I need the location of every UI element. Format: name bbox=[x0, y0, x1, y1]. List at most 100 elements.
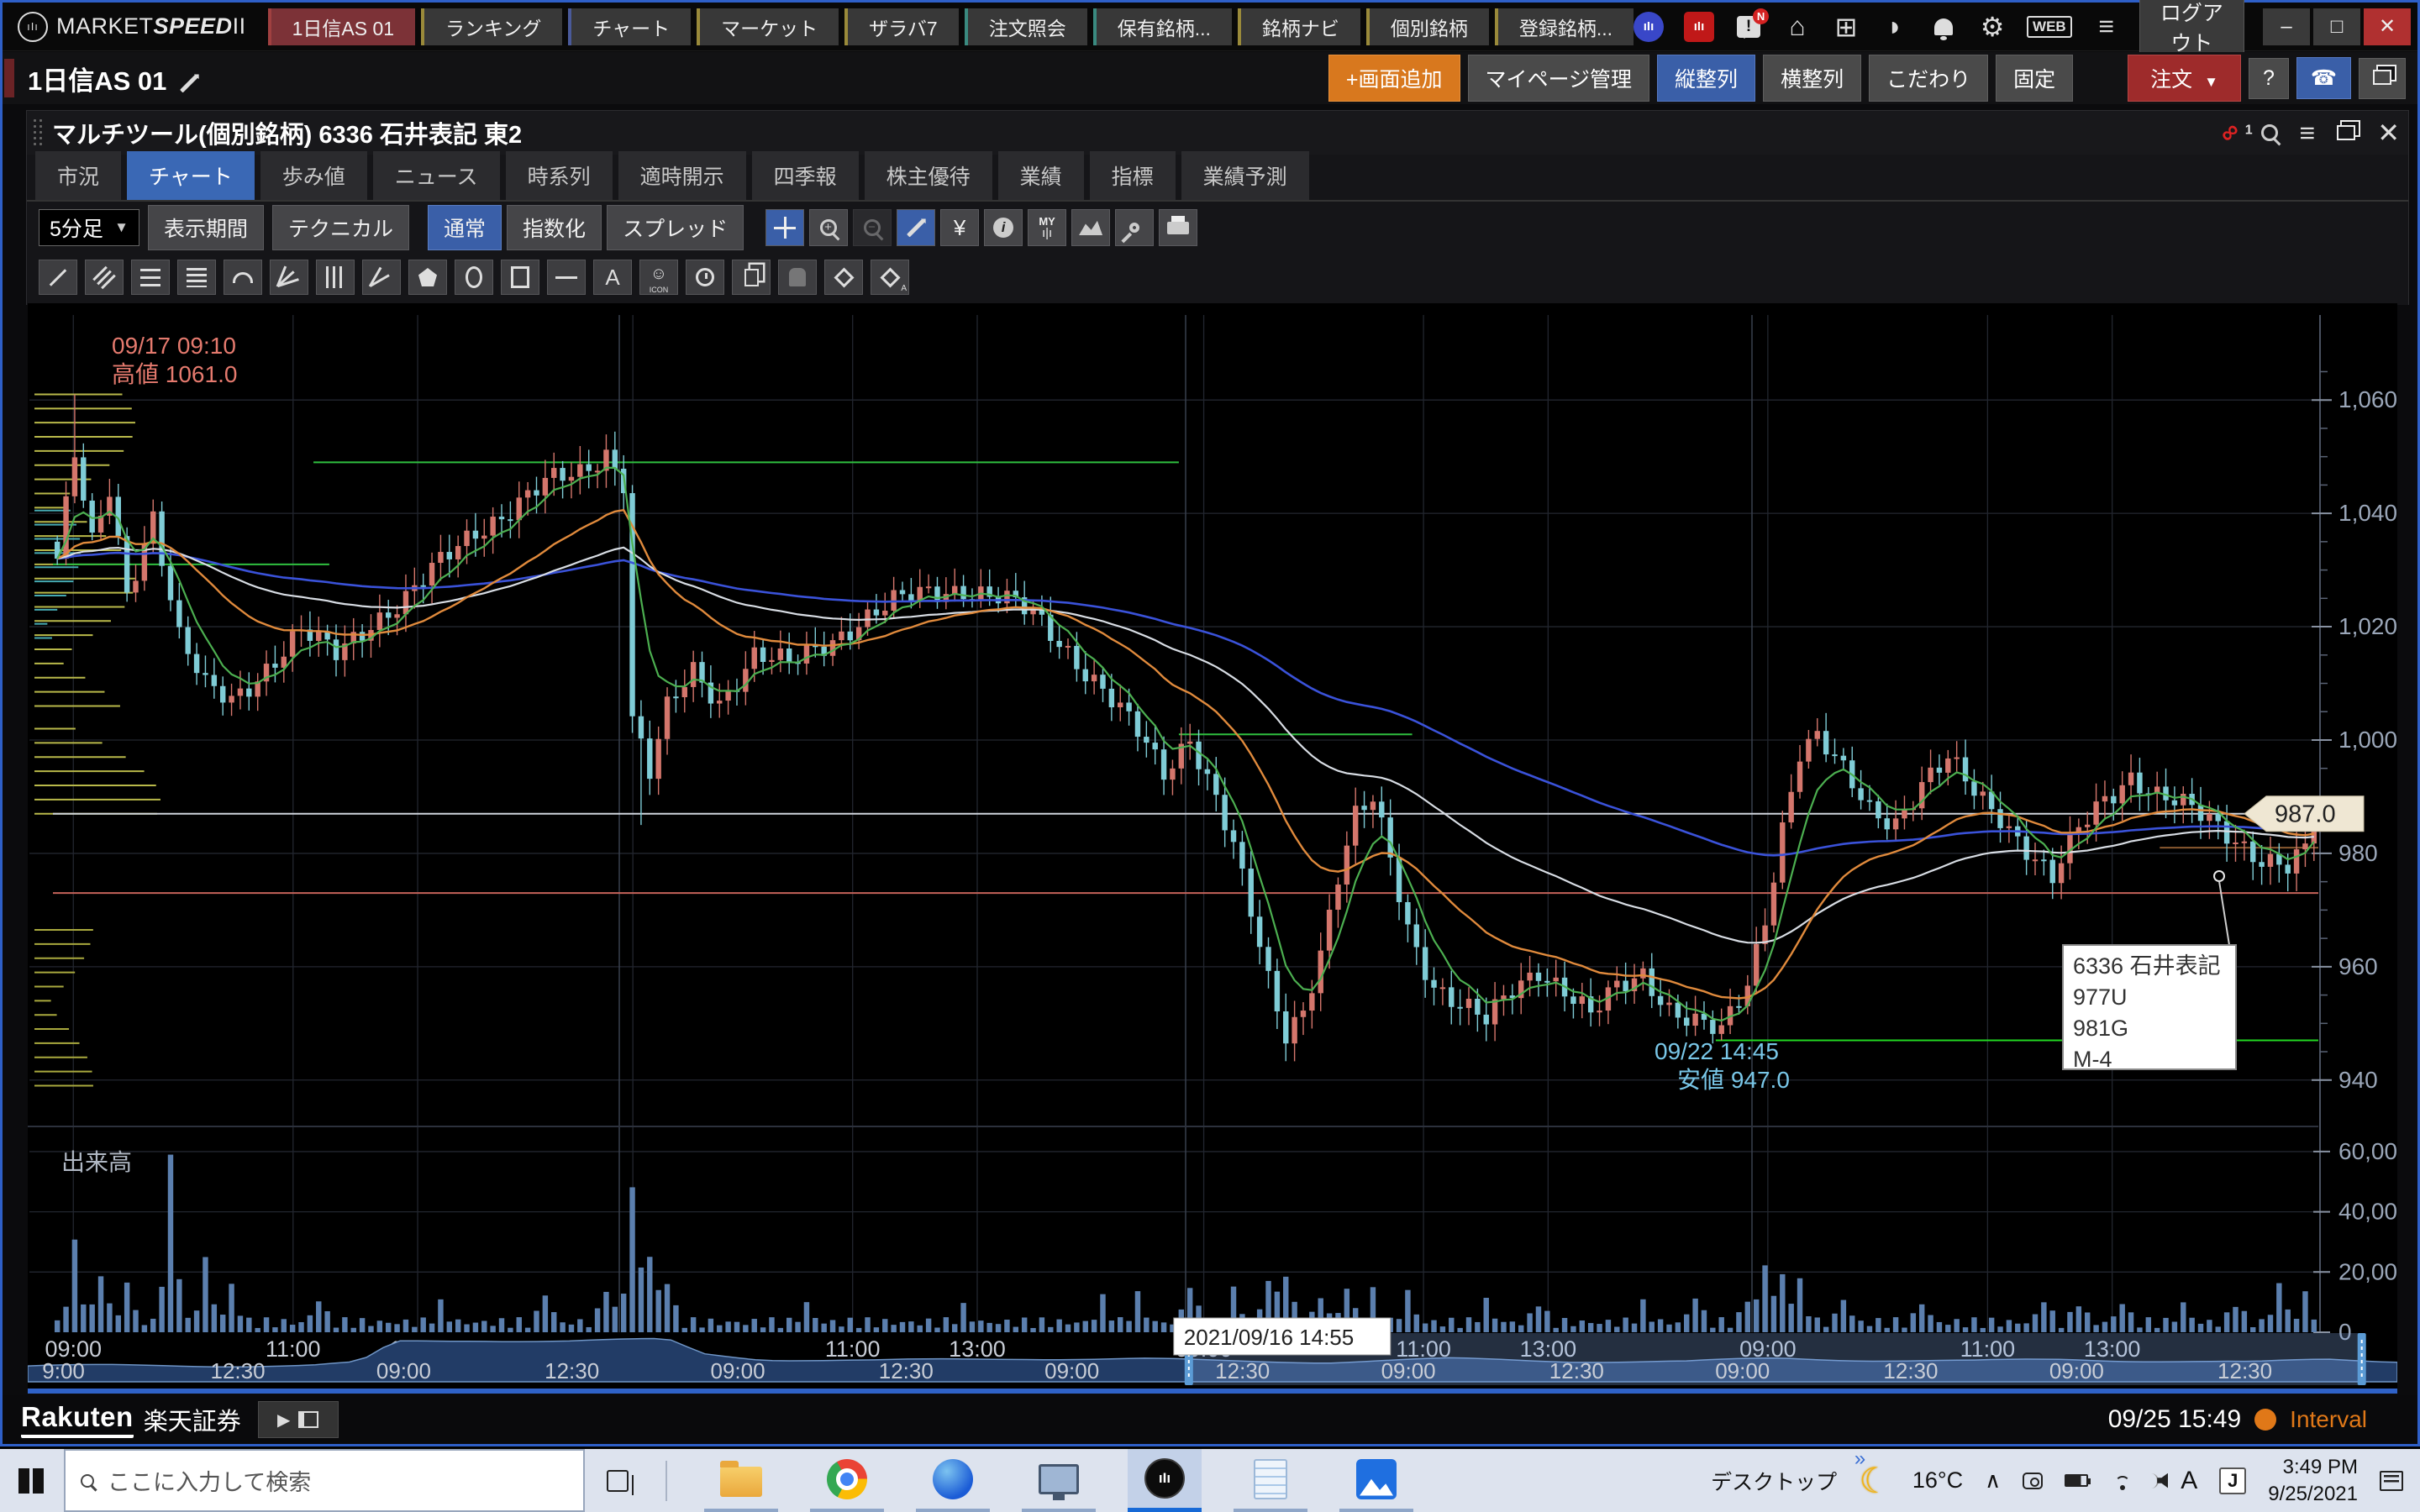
draw-pencil-icon[interactable] bbox=[897, 209, 935, 246]
panel-tab-9[interactable]: 指標 bbox=[1090, 151, 1176, 200]
order-button[interactable]: 注文▼ bbox=[2128, 55, 2241, 102]
my-chart-icon[interactable]: MYı|ı bbox=[1028, 209, 1066, 246]
panel-tab-4[interactable]: 時系列 bbox=[506, 151, 613, 200]
search-icon[interactable] bbox=[2261, 124, 2278, 141]
menu-tab-7[interactable]: 銘柄ナビ bbox=[1238, 8, 1360, 45]
icon-stamp-tool[interactable]: ☺ICON bbox=[639, 260, 678, 295]
workspace-button-5[interactable]: 固定 bbox=[1996, 55, 2073, 102]
workspace-button-1[interactable]: マイページ管理 bbox=[1468, 55, 1650, 102]
text-tool[interactable]: A bbox=[593, 260, 632, 295]
close-button[interactable]: ✕ bbox=[2364, 8, 2411, 45]
toolbar-button-1[interactable]: テクニカル bbox=[272, 205, 409, 250]
crosshair-icon[interactable] bbox=[765, 209, 804, 246]
menu-tab-5[interactable]: 注文照会 bbox=[965, 8, 1087, 45]
eraser-all-tool[interactable]: A bbox=[871, 260, 909, 295]
rectangle-tool[interactable] bbox=[501, 260, 539, 295]
wifi-icon[interactable] bbox=[2110, 1471, 2135, 1491]
home-icon[interactable]: ⌂ bbox=[1783, 11, 1812, 42]
side-panel-toggle[interactable]: ▶ bbox=[258, 1401, 339, 1438]
mode-button-0[interactable]: 通常 bbox=[428, 205, 502, 250]
edit-workspace-icon[interactable] bbox=[178, 66, 200, 92]
h-lines-3-tool[interactable] bbox=[131, 260, 170, 295]
ime-language-icon[interactable]: J bbox=[2219, 1467, 2246, 1494]
trend-line-tool[interactable] bbox=[39, 260, 77, 295]
chrome-app-icon[interactable] bbox=[810, 1449, 884, 1512]
menu-tab-4[interactable]: ザラバ7 bbox=[844, 8, 959, 45]
eraser-tool[interactable] bbox=[824, 260, 863, 295]
marketspeed-app-icon[interactable]: ıIı bbox=[1128, 1449, 1202, 1512]
taskbar-clock[interactable]: 3:49 PM9/25/2021 bbox=[2268, 1454, 2358, 1506]
wrench-icon[interactable] bbox=[1115, 209, 1154, 246]
panel-close-icon[interactable]: ✕ bbox=[2377, 117, 2400, 149]
info-icon[interactable]: i bbox=[984, 209, 1023, 246]
show-hidden-icons[interactable]: ∧ bbox=[1985, 1467, 2001, 1494]
fan-lines-tool[interactable] bbox=[270, 260, 308, 295]
remote-monitor-app-icon[interactable] bbox=[1022, 1449, 1096, 1512]
zoom-in-icon[interactable]: + bbox=[809, 209, 848, 246]
menu-tab-3[interactable]: マーケット bbox=[697, 8, 839, 45]
menu-tab-0[interactable]: 1日信AS 01 bbox=[268, 8, 415, 45]
settings-icon[interactable]: ⚙ bbox=[1978, 11, 2007, 43]
photos-app-icon[interactable] bbox=[1339, 1449, 1413, 1512]
zoom-out-icon[interactable]: − bbox=[853, 209, 892, 246]
window-add-icon[interactable]: ⊞ bbox=[1832, 11, 1860, 43]
bell-icon[interactable] bbox=[1929, 18, 1958, 35]
workspace-button-0[interactable]: +画面追加 bbox=[1328, 55, 1460, 102]
ime-mode-indicator[interactable]: A bbox=[2181, 1467, 2197, 1495]
camera-tray-icon[interactable] bbox=[2023, 1473, 2043, 1489]
task-view-button[interactable] bbox=[607, 1470, 629, 1492]
menu-tab-1[interactable]: ランキング bbox=[421, 8, 562, 45]
battery-icon[interactable] bbox=[2065, 1474, 2088, 1487]
link-icon[interactable]: ∞1 bbox=[2213, 116, 2246, 149]
edge-app-icon[interactable] bbox=[916, 1449, 990, 1512]
duplicate-layout-button[interactable] bbox=[2359, 58, 2406, 99]
workspace-button-3[interactable]: 横整列 bbox=[1763, 55, 1861, 102]
drag-grip-icon[interactable] bbox=[32, 118, 44, 148]
panel-tab-7[interactable]: 株主優待 bbox=[865, 151, 992, 200]
alert-icon[interactable]: !N bbox=[1734, 16, 1763, 38]
workspace-button-2[interactable]: 縦整列 bbox=[1657, 55, 1755, 102]
overflow-chevron-icon[interactable]: » bbox=[1854, 1447, 1865, 1471]
mode-button-2[interactable]: スプレッド bbox=[607, 205, 744, 250]
minimize-button[interactable]: – bbox=[2263, 8, 2310, 45]
duplicate-window-icon[interactable] bbox=[2337, 125, 2355, 140]
h-segment-tool[interactable] bbox=[547, 260, 586, 295]
time-cycle-tool[interactable] bbox=[686, 260, 724, 295]
panel-tab-6[interactable]: 四季報 bbox=[752, 151, 859, 200]
help-button[interactable]: ? bbox=[2249, 58, 2289, 99]
panel-menu-icon[interactable]: ≡ bbox=[2300, 118, 2316, 149]
workspace-button-4[interactable]: こだわり bbox=[1869, 55, 1988, 102]
panel-tab-8[interactable]: 業績 bbox=[998, 151, 1084, 200]
panel-tab-5[interactable]: 適時開示 bbox=[618, 151, 746, 200]
volume-icon[interactable] bbox=[2157, 1473, 2168, 1488]
support-phone-button[interactable]: ☎ bbox=[2296, 57, 2351, 99]
fib-arc-tool[interactable] bbox=[224, 260, 262, 295]
menu-icon[interactable]: ≡ bbox=[2092, 11, 2121, 42]
hand-tool[interactable] bbox=[778, 260, 817, 295]
panel-tab-10[interactable]: 業績予測 bbox=[1181, 151, 1309, 200]
maximize-button[interactable]: □ bbox=[2313, 8, 2360, 45]
parallel-lines-tool[interactable] bbox=[85, 260, 124, 295]
h-lines-4-tool[interactable] bbox=[177, 260, 216, 295]
toolbar-button-0[interactable]: 表示期間 bbox=[148, 205, 264, 250]
print-icon[interactable] bbox=[1159, 209, 1197, 246]
explorer-app-icon[interactable] bbox=[704, 1449, 778, 1512]
taskbar-search[interactable]: ここに入力して検索 bbox=[64, 1449, 585, 1512]
price-chart[interactable]: 9409609801,0001,0201,0401,060020,00040,0… bbox=[28, 303, 2397, 1394]
menu-tab-6[interactable]: 保有銘柄... bbox=[1093, 8, 1232, 45]
panel-tab-2[interactable]: 歩み値 bbox=[260, 151, 367, 200]
mode-button-1[interactable]: 指数化 bbox=[507, 205, 602, 250]
desktop-toolbar[interactable]: デスクトップ» bbox=[1711, 1466, 1837, 1496]
yen-icon[interactable]: ¥ bbox=[940, 209, 979, 246]
menu-tab-9[interactable]: 登録銘柄... bbox=[1495, 8, 1634, 45]
panel-title-bar[interactable]: マルチツール(個別銘柄) 6336 石井表記 東2 ∞1 ≡ ✕ bbox=[27, 111, 2408, 155]
pulse-blue-icon[interactable]: ıIı bbox=[1634, 12, 1664, 42]
weather-temp[interactable]: 16°C bbox=[1912, 1467, 1963, 1494]
notepad-app-icon[interactable] bbox=[1234, 1449, 1307, 1512]
panel-tab-0[interactable]: 市況 bbox=[35, 151, 121, 200]
display-icon[interactable]: ◗ bbox=[1881, 11, 1909, 42]
panel-tab-1[interactable]: チャート bbox=[127, 151, 255, 200]
pentagon-tool[interactable] bbox=[408, 260, 447, 295]
angle-lines-tool[interactable] bbox=[362, 260, 401, 295]
web-icon[interactable]: WEB bbox=[2027, 16, 2072, 38]
